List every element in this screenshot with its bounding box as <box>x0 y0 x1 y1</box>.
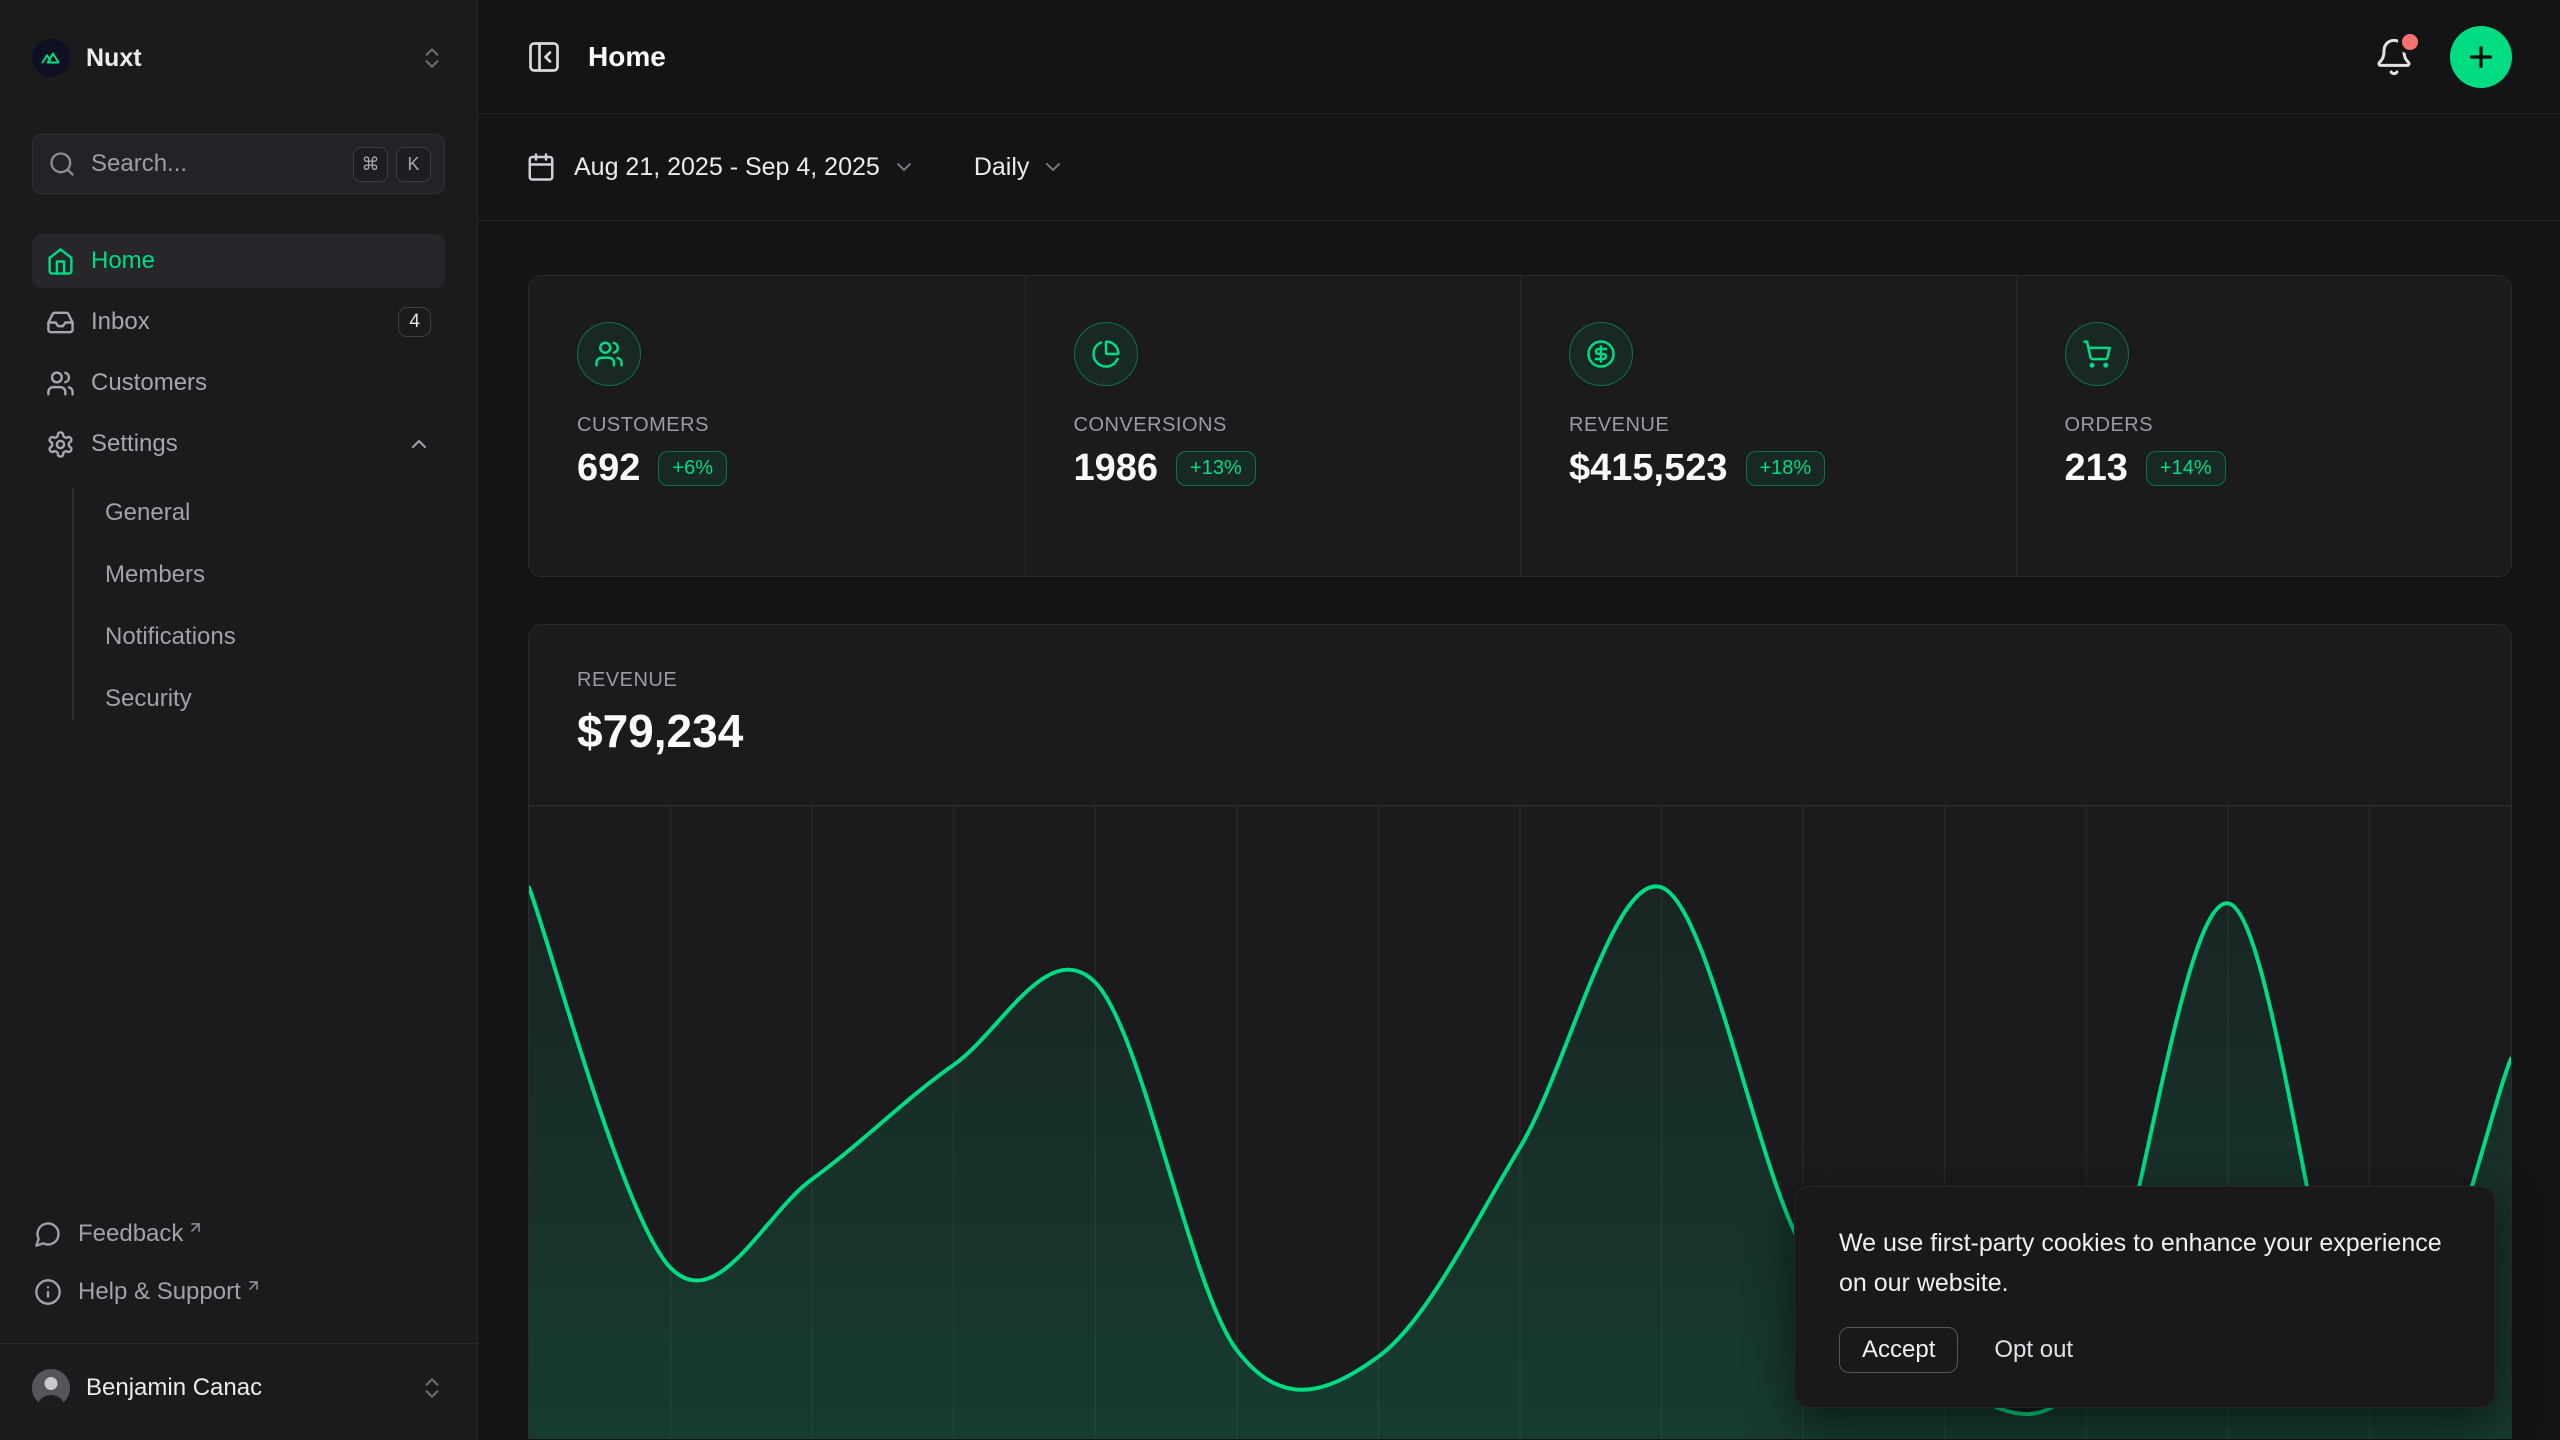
user-menu[interactable]: Benjamin Canac <box>32 1356 445 1420</box>
stat-value: 1986 <box>1074 447 1159 490</box>
cookie-message: We use first-party cookies to enhance yo… <box>1839 1223 2451 1303</box>
sidebar-item-label: Settings <box>91 430 178 458</box>
granularity-select[interactable]: Daily <box>974 153 1066 182</box>
feedback-link[interactable]: Feedback <box>32 1205 445 1263</box>
sidebar-item-label: Customers <box>91 369 207 397</box>
stat-delta-badge: +13% <box>1176 451 1256 486</box>
stat-label: ORDERS <box>2065 414 2464 437</box>
sidebar-item-notifications[interactable]: Notifications <box>32 606 445 668</box>
chevron-up-icon <box>407 432 431 456</box>
help-support-label: Help & Support <box>78 1278 241 1306</box>
gear-icon <box>46 430 75 459</box>
sidebar-item-label: Home <box>91 247 155 275</box>
sidebar-item-general[interactable]: General <box>32 482 445 544</box>
stat-card-revenue[interactable]: REVENUE $415,523 +18% <box>1520 276 2016 576</box>
stat-label: CONVERSIONS <box>1074 414 1473 437</box>
chevrons-up-down-icon <box>419 1375 445 1401</box>
nuxt-logo-icon <box>32 39 70 77</box>
kbd-cmd: ⌘ <box>353 147 388 182</box>
stat-delta-badge: +14% <box>2146 451 2226 486</box>
calendar-icon <box>526 152 556 182</box>
message-circle-icon <box>34 1220 62 1248</box>
sidebar: Nuxt Search... ⌘ K Home <box>0 0 478 1440</box>
shopping-cart-icon <box>2065 322 2129 386</box>
users-icon <box>577 322 641 386</box>
chevron-down-icon <box>892 155 916 179</box>
circle-dollar-icon <box>1569 322 1633 386</box>
notifications-button[interactable] <box>2374 37 2414 77</box>
arrow-up-right-icon <box>245 1277 262 1294</box>
stats-panel: CUSTOMERS 692 +6% CONVERSIONS 1986 +13% <box>528 275 2512 577</box>
stat-label: REVENUE <box>1569 414 1968 437</box>
stat-label: CUSTOMERS <box>577 414 977 437</box>
plus-icon <box>2465 41 2497 73</box>
user-section: Benjamin Canac <box>0 1343 477 1440</box>
filterbar: Aug 21, 2025 - Sep 4, 2025 Daily <box>478 114 2560 221</box>
search-placeholder: Search... <box>91 150 187 178</box>
stat-card-conversions[interactable]: CONVERSIONS 1986 +13% <box>1025 276 1521 576</box>
stat-delta-badge: +6% <box>658 451 727 486</box>
inbox-count-badge: 4 <box>398 307 431 337</box>
chevron-down-icon <box>1041 155 1065 179</box>
cookie-consent-toast: We use first-party cookies to enhance yo… <box>1794 1186 2496 1408</box>
help-support-link[interactable]: Help & Support <box>32 1263 445 1321</box>
add-button[interactable] <box>2450 26 2512 88</box>
stat-value: 692 <box>577 447 640 490</box>
stat-value: 213 <box>2065 447 2128 490</box>
search-icon <box>48 150 76 178</box>
topbar: Home <box>478 0 2560 114</box>
chevrons-up-down-icon <box>419 45 445 71</box>
search-input[interactable]: Search... ⌘ K <box>32 134 445 194</box>
sidebar-item-inbox[interactable]: Inbox 4 <box>32 295 445 349</box>
users-icon <box>46 369 75 398</box>
stat-value: $415,523 <box>1569 447 1728 490</box>
feedback-label: Feedback <box>78 1220 183 1248</box>
sidebar-item-label: Inbox <box>91 308 150 336</box>
granularity-value: Daily <box>974 153 1030 182</box>
date-range-picker[interactable]: Aug 21, 2025 - Sep 4, 2025 <box>526 152 916 182</box>
notification-dot <box>2402 34 2418 50</box>
info-icon <box>34 1278 62 1306</box>
page-title: Home <box>588 41 666 73</box>
accept-button[interactable]: Accept <box>1839 1327 1958 1373</box>
dashboard-app: Nuxt Search... ⌘ K Home <box>0 0 2560 1440</box>
opt-out-button[interactable]: Opt out <box>1994 1336 2073 1364</box>
nav-rail <box>72 488 74 720</box>
stat-delta-badge: +18% <box>1746 451 1826 486</box>
stat-card-customers[interactable]: CUSTOMERS 692 +6% <box>529 276 1025 576</box>
sidebar-item-home[interactable]: Home <box>32 234 445 288</box>
sidebar-item-settings[interactable]: Settings <box>32 417 445 471</box>
revenue-panel-value: $79,234 <box>577 704 2463 758</box>
kbd-k: K <box>396 147 431 182</box>
sidebar-item-customers[interactable]: Customers <box>32 356 445 410</box>
sidebar-collapse-button[interactable] <box>526 39 562 75</box>
sidebar-item-security[interactable]: Security <box>32 668 445 730</box>
chart-pie-icon <box>1074 322 1138 386</box>
sidebar-nav: Home Inbox 4 Customers Setting <box>32 234 445 730</box>
stat-card-orders[interactable]: ORDERS 213 +14% <box>2016 276 2512 576</box>
date-range-value: Aug 21, 2025 - Sep 4, 2025 <box>574 153 880 182</box>
avatar <box>32 1369 70 1407</box>
sidebar-footer: Feedback Help & Support <box>32 1205 445 1337</box>
revenue-panel-label: REVENUE <box>577 669 2463 692</box>
workspace-switcher[interactable]: Nuxt <box>32 26 445 90</box>
sidebar-item-members[interactable]: Members <box>32 544 445 606</box>
home-icon <box>46 247 75 276</box>
user-name: Benjamin Canac <box>86 1374 262 1402</box>
settings-children: General Members Notifications Security <box>32 482 445 730</box>
brand-name: Nuxt <box>86 44 142 73</box>
arrow-up-right-icon <box>187 1219 204 1236</box>
inbox-icon <box>46 308 75 337</box>
